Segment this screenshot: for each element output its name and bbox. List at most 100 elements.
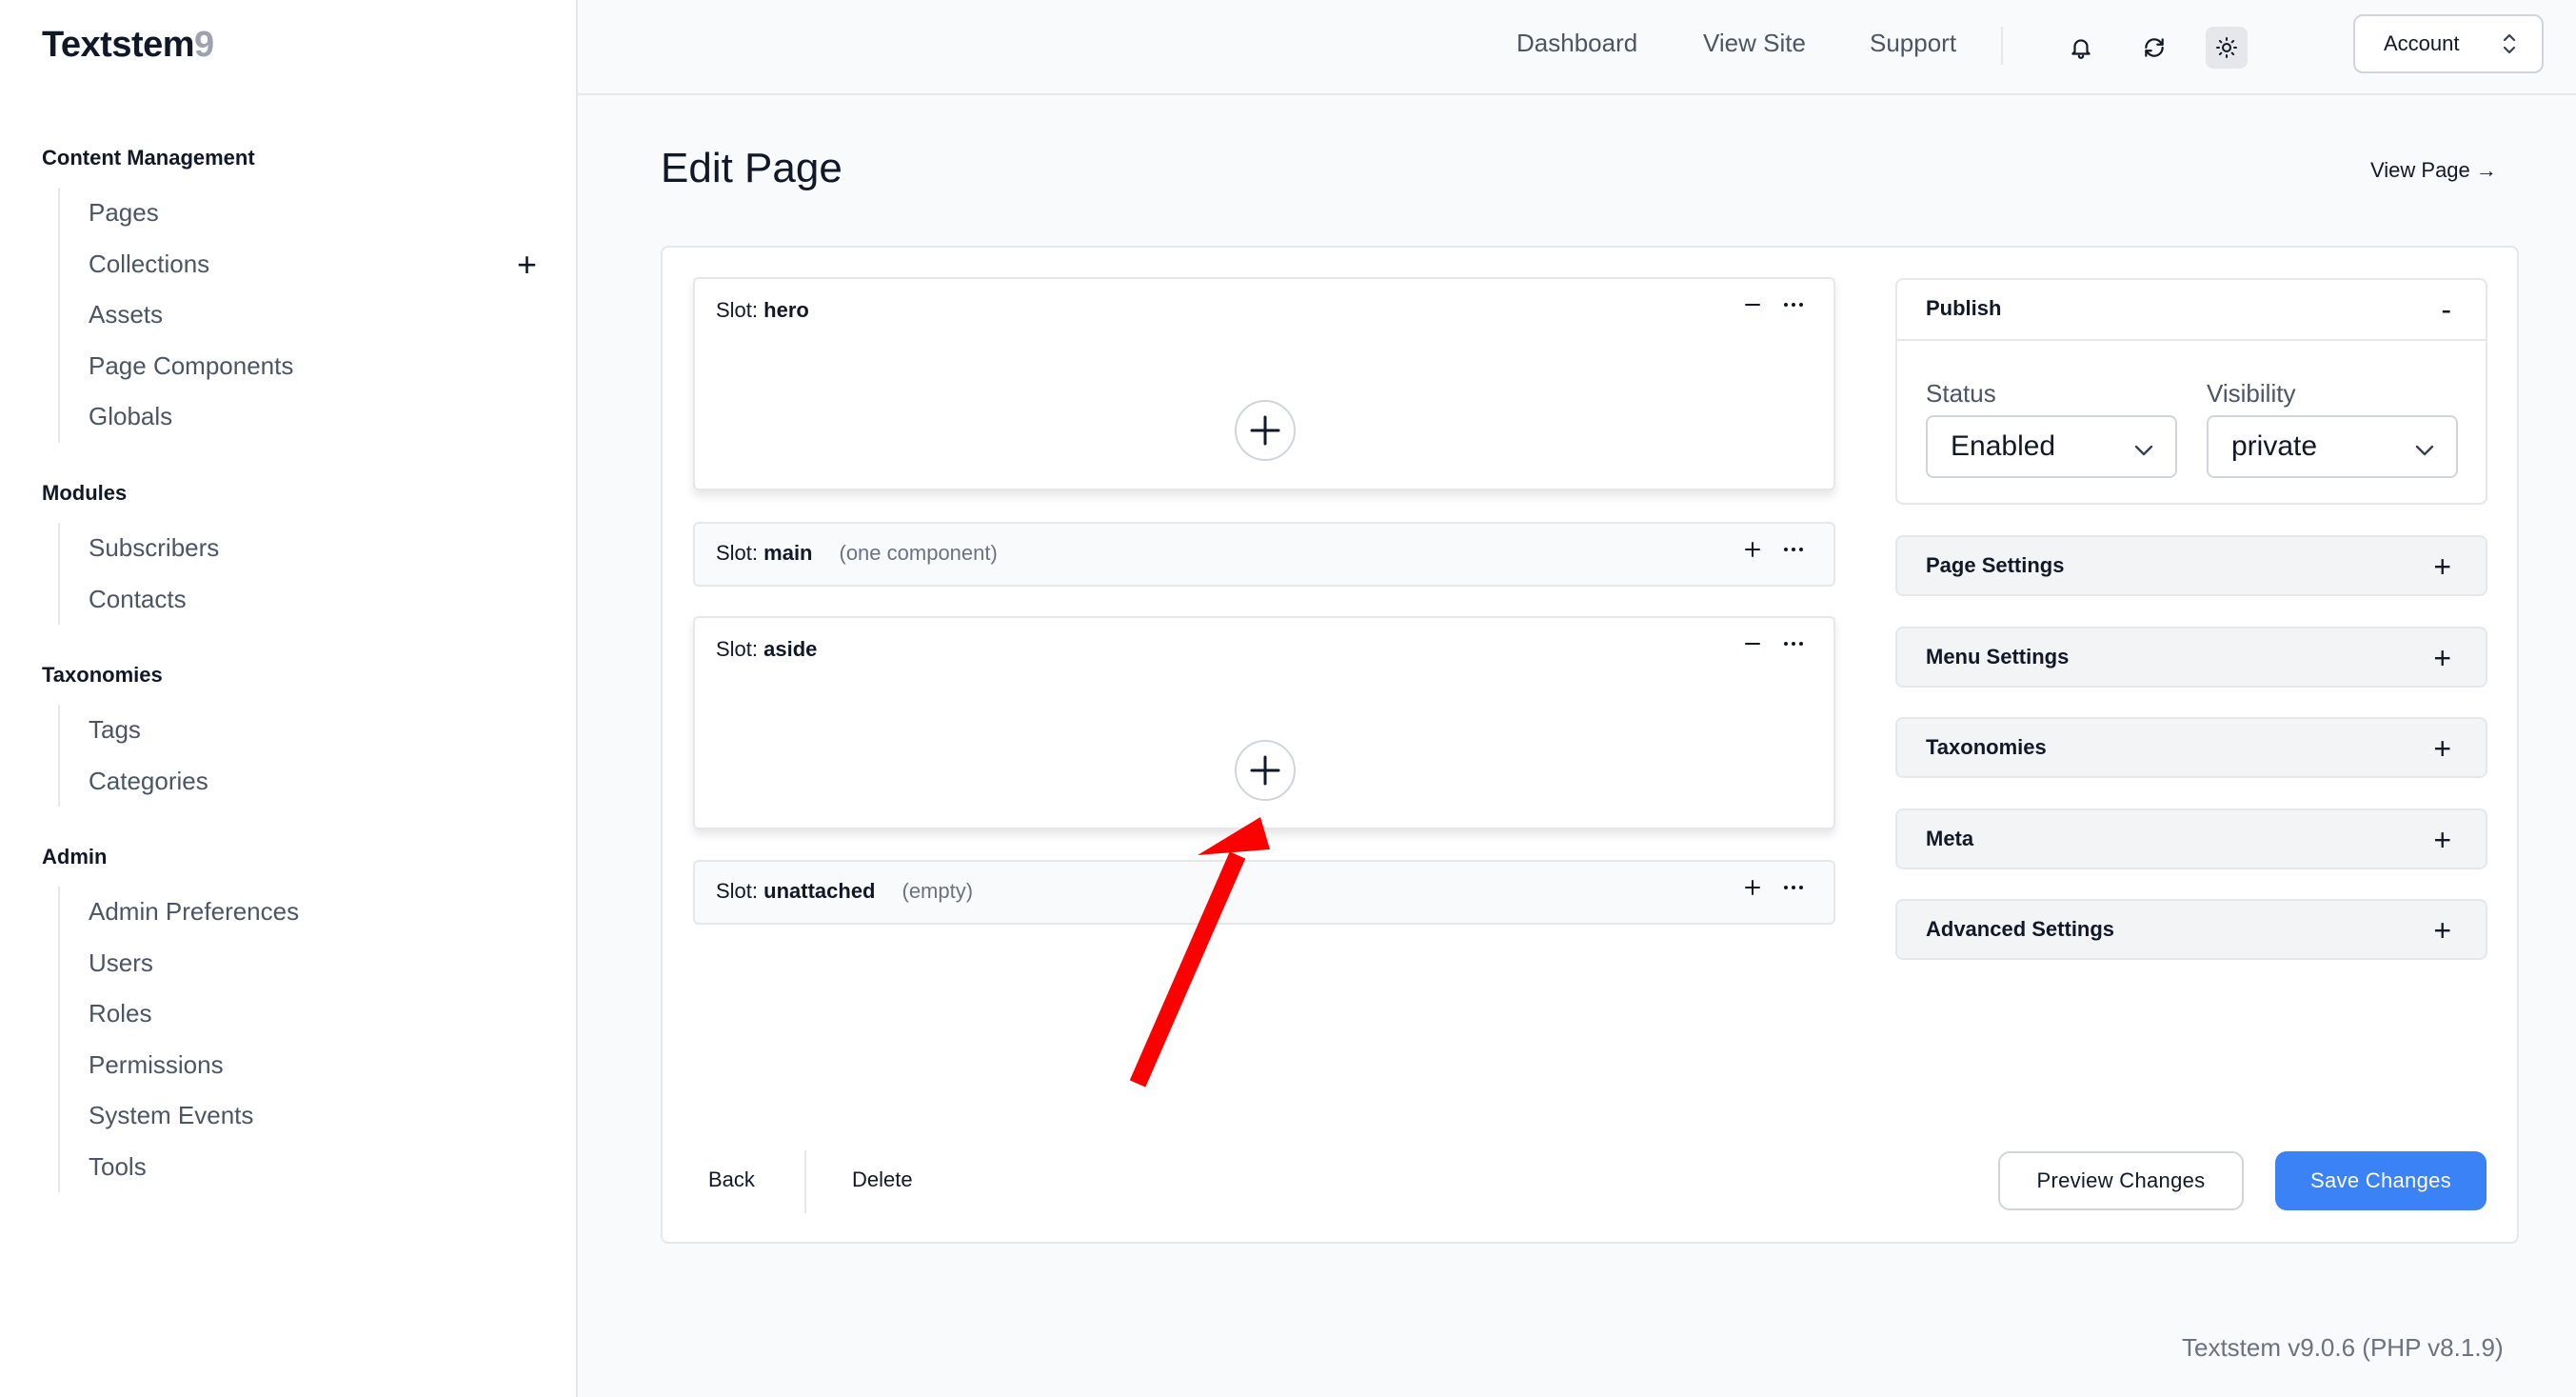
expand-icon[interactable] [1744, 541, 1761, 558]
nav-heading: Modules [42, 481, 128, 505]
panel-title: Taxonomies [1926, 735, 2047, 759]
bell-icon[interactable] [2060, 27, 2102, 69]
expand-toggle[interactable]: + [2433, 913, 2451, 948]
expand-toggle[interactable]: + [2433, 823, 2451, 857]
add-component-button[interactable] [1235, 400, 1296, 461]
visibility-select[interactable]: private [2207, 415, 2458, 478]
visibility-value: private [2231, 430, 2318, 462]
nav-link-dashboard[interactable]: Dashboard [1516, 29, 1637, 58]
more-options-icon[interactable] [1782, 635, 1805, 652]
slot-title: Slot: main (one component) [716, 541, 998, 566]
sidebar-item-tools[interactable]: Tools [89, 1142, 537, 1193]
back-button[interactable]: Back [708, 1167, 755, 1192]
sidebar-item-users[interactable]: Users [89, 938, 537, 989]
collapse-icon[interactable] [1744, 635, 1761, 652]
nav-list: Pages Collections + Assets Page Componen… [58, 188, 537, 443]
top-bar: Dashboard View Site Support Account [578, 0, 2576, 95]
panel-title: Page Settings [1926, 553, 2065, 577]
sidebar-item-permissions[interactable]: Permissions [89, 1040, 537, 1091]
sidebar-item-categories[interactable]: Categories [89, 756, 537, 808]
sidebar-item-roles[interactable]: Roles [89, 988, 537, 1040]
nav-heading: Content Management [42, 146, 255, 170]
nav-link-support[interactable]: Support [1870, 29, 1956, 58]
preview-changes-button[interactable]: Preview Changes [1998, 1151, 2244, 1210]
sidebar-item-admin-preferences[interactable]: Admin Preferences [89, 887, 537, 938]
slot-name: main [763, 541, 813, 565]
add-collection-button[interactable]: + [517, 239, 537, 289]
sidebar: Textstem9 Content Management Pages Colle… [0, 0, 578, 1397]
expand-toggle[interactable]: + [2433, 731, 2451, 766]
sidebar-item-assets[interactable]: Assets [89, 289, 537, 341]
slot-name: aside [763, 637, 818, 661]
nav-list: Tags Categories [58, 705, 537, 807]
nav-heading: Admin [42, 845, 108, 868]
chevron-up-down-icon [2502, 31, 2517, 62]
slot-actions [1744, 541, 1805, 558]
account-label: Account [2384, 31, 2460, 55]
app-version: Textstem v9.0.6 (PHP v8.1.9) [2182, 1333, 2504, 1362]
account-menu-button[interactable]: Account [2353, 14, 2544, 73]
sidebar-item-subscribers[interactable]: Subscribers [89, 523, 537, 574]
taxonomies-panel[interactable]: Taxonomies + [1895, 717, 2487, 778]
slot-hero: Slot: hero [693, 277, 1835, 490]
slot-prefix: Slot: [716, 879, 764, 903]
more-options-icon[interactable] [1782, 541, 1805, 558]
nav-section-admin: Admin Admin Preferences Users Roles Perm… [42, 843, 537, 1192]
app-name: Textstem [42, 25, 195, 65]
top-divider [2001, 27, 2003, 65]
slot-title: Slot: aside [716, 637, 817, 662]
more-options-icon[interactable] [1782, 879, 1805, 896]
slot-prefix: Slot: [716, 637, 764, 661]
advanced-settings-panel[interactable]: Advanced Settings + [1895, 899, 2487, 960]
page-settings-panel[interactable]: Page Settings + [1895, 535, 2487, 596]
sidebar-item-pages[interactable]: Pages [89, 188, 537, 239]
sidebar-item-collections[interactable]: Collections + [89, 239, 537, 290]
slot-note: (empty) [902, 879, 974, 903]
status-select[interactable]: Enabled [1926, 415, 2177, 478]
sun-icon[interactable] [2206, 27, 2248, 69]
expand-icon[interactable] [1744, 879, 1761, 896]
add-component-button[interactable] [1235, 740, 1296, 801]
refresh-icon[interactable] [2133, 27, 2175, 69]
expand-toggle[interactable]: + [2433, 549, 2451, 584]
view-page-link[interactable]: View Page → [2370, 158, 2497, 183]
chevron-down-icon [2414, 436, 2435, 469]
panel-title: Meta [1926, 827, 1974, 850]
publish-panel-header[interactable]: Publish - [1897, 280, 2486, 341]
slot-title: Slot: unattached (empty) [716, 879, 973, 904]
delete-button[interactable]: Delete [852, 1167, 913, 1192]
nav-section-taxonomies: Taxonomies Tags Categories [42, 661, 537, 807]
nav-section-content-management: Content Management Pages Collections + A… [42, 144, 537, 443]
nav-link-view-site[interactable]: View Site [1703, 29, 1806, 58]
app-logo[interactable]: Textstem9 [42, 25, 214, 66]
slot-actions [1744, 296, 1805, 313]
sidebar-item-globals[interactable]: Globals [89, 391, 537, 443]
more-options-icon[interactable] [1782, 296, 1805, 313]
save-changes-button[interactable]: Save Changes [2275, 1151, 2487, 1210]
sidebar-item-system-events[interactable]: System Events [89, 1090, 537, 1142]
sidebar-item-page-components[interactable]: Page Components [89, 341, 537, 392]
slot-actions [1744, 879, 1805, 896]
menu-settings-panel[interactable]: Menu Settings + [1895, 627, 2487, 688]
sidebar-item-contacts[interactable]: Contacts [89, 574, 537, 626]
expand-toggle[interactable]: + [2433, 641, 2451, 675]
slot-aside: Slot: aside [693, 616, 1835, 829]
chevron-down-icon [2133, 436, 2154, 469]
collapse-icon[interactable] [1744, 296, 1761, 313]
footer-divider [804, 1150, 806, 1213]
annotation-arrow-icon [1129, 817, 1270, 1088]
slot-name: unattached [763, 879, 876, 903]
slot-prefix: Slot: [716, 541, 764, 565]
panel-title: Menu Settings [1926, 645, 2070, 669]
sidebar-item-tags[interactable]: Tags [89, 705, 537, 756]
collapse-toggle[interactable]: - [2441, 292, 2451, 327]
slot-name: hero [763, 298, 809, 322]
page-title: Edit Page [661, 145, 842, 191]
slot-prefix: Slot: [716, 298, 764, 322]
plus-icon [1250, 415, 1280, 446]
nav-list: Admin Preferences Users Roles Permission… [58, 887, 537, 1192]
status-label: Status [1926, 379, 1996, 408]
slot-main[interactable]: Slot: main (one component) [693, 522, 1835, 587]
publish-panel: Publish - Status Visibility Enabled priv… [1895, 278, 2487, 505]
meta-panel[interactable]: Meta + [1895, 808, 2487, 869]
